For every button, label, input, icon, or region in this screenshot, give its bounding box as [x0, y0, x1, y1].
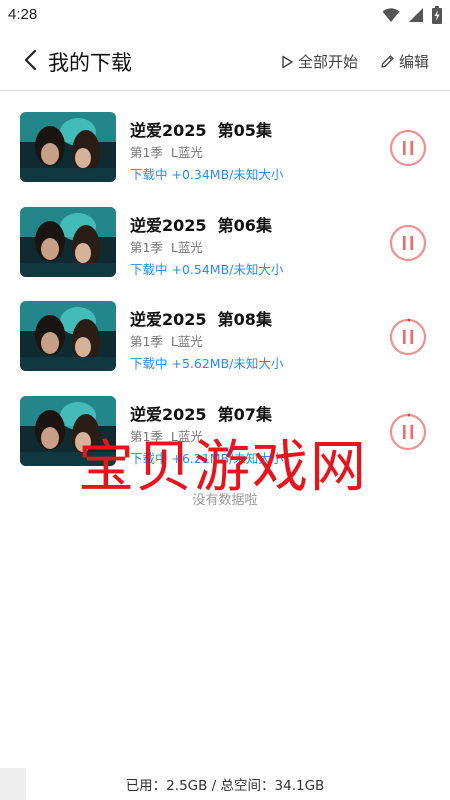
video-thumbnail [20, 206, 116, 277]
pause-button[interactable] [388, 128, 428, 168]
video-thumbnail [20, 301, 116, 371]
download-status: 下载中 +0.54MB/未知大小 [130, 261, 284, 277]
download-status: 下载中 +0.34MB/未知大小 [130, 167, 284, 182]
edit-button[interactable]: 编辑 [380, 51, 429, 72]
download-item[interactable]: 逆爱2025 第06集 第1季 L蓝光 下载中 +0.54MB/未知大小 [0, 185, 450, 280]
download-status: 下载中 +6.21MB/未知大小 [130, 450, 284, 466]
download-item[interactable]: 逆爱2025 第05集 第1季 L蓝光 下载中 +0.34MB/未知大小 [0, 90, 450, 185]
download-item[interactable]: 逆爱2025 第07集 第1季 L蓝光 下载中 +6.21MB/未知大小 [0, 374, 450, 469]
download-list: 逆爱2025 第05集 第1季 L蓝光 下载中 +0.34MB/未知大小 逆爱2… [0, 90, 450, 468]
item-title: 逆爱2025 第06集 [130, 215, 272, 235]
item-subtitle: 第1季 L蓝光 [130, 334, 203, 349]
video-thumbnail [20, 112, 116, 182]
download-item[interactable]: 逆爱2025 第08集 第1季 L蓝光 下载中 +5.62MB/未知大小 [0, 279, 450, 374]
download-status: 下载中 +5.62MB/未知大小 [130, 356, 284, 371]
pause-button[interactable] [388, 317, 428, 357]
video-thumbnail [20, 395, 116, 466]
pencil-icon [381, 55, 394, 68]
status-icons [382, 6, 442, 24]
empty-hint: 没有数据啦 [192, 493, 258, 508]
item-title: 逆爱2025 第05集 [130, 121, 272, 140]
status-time: 4:28 [8, 6, 38, 23]
battery-charging-icon [432, 6, 442, 24]
page-title: 我的下载 [48, 51, 132, 75]
pause-button[interactable] [388, 223, 428, 263]
item-subtitle: 第1季 L蓝光 [130, 145, 203, 160]
storage-info: 已用：2.5GB / 总空间：34.1GB [125, 778, 325, 794]
start-all-label: 全部开始 [298, 53, 359, 71]
back-arrow-icon[interactable] [20, 48, 44, 72]
item-title: 逆爱2025 第07集 [130, 404, 272, 424]
edit-label: 编辑 [399, 53, 430, 71]
pause-button[interactable] [388, 412, 428, 452]
signal-icon [409, 8, 423, 22]
play-icon [282, 55, 293, 68]
item-title: 逆爱2025 第08集 [130, 310, 272, 329]
status-bar: 4:28 [0, 0, 450, 32]
app-header: 我的下载 全部开始 编辑 [0, 32, 450, 91]
wifi-icon [382, 8, 400, 22]
start-all-button[interactable]: 全部开始 [281, 51, 358, 72]
item-subtitle: 第1季 L蓝光 [130, 239, 203, 255]
item-subtitle: 第1季 L蓝光 [130, 428, 203, 444]
